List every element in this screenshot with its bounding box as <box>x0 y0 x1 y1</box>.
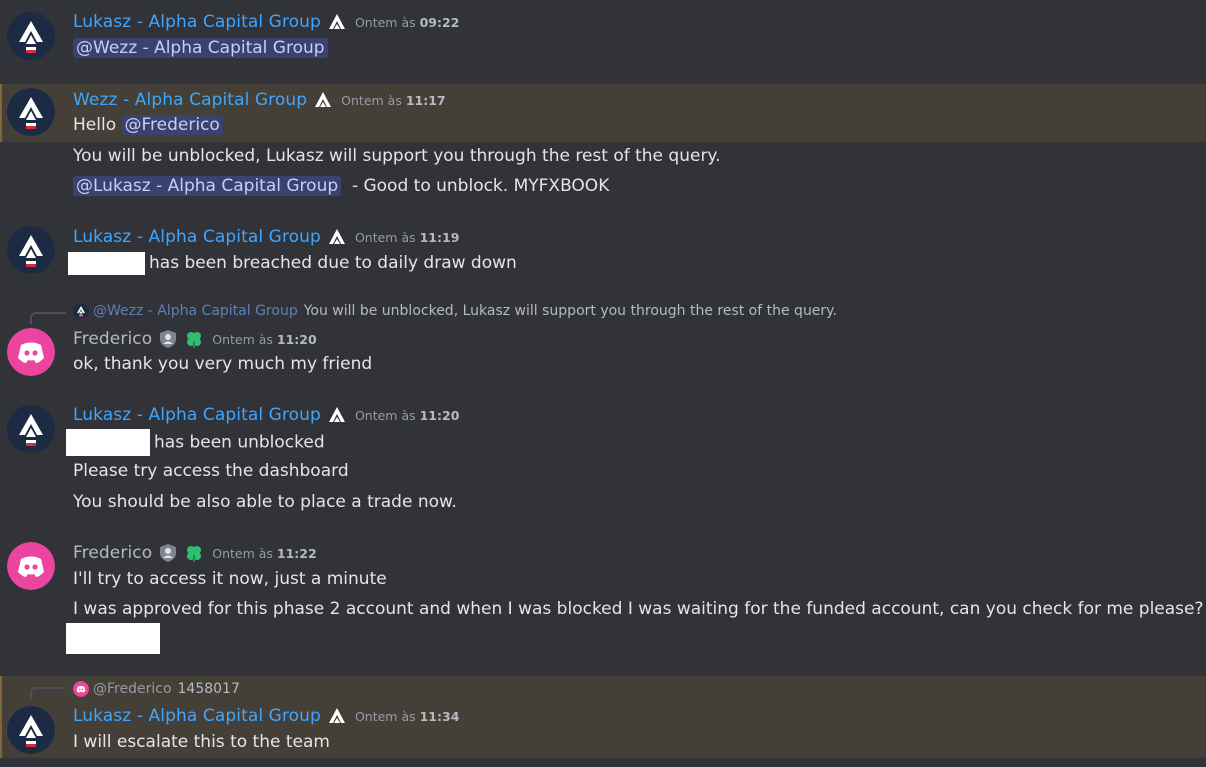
timestamp[interactable]: Ontem às 11:19 <box>355 230 459 245</box>
message-7: @Frederico 1458017 Lukasz - Alpha Capita… <box>0 676 1206 758</box>
message-5: Lukasz - Alpha Capital Group Ontem às 11… <box>0 400 1206 520</box>
reply-author[interactable]: @Wezz - Alpha Capital Group <box>93 301 298 321</box>
message-6: Frederico Ontem às 11:22 I'll try to acc… <box>0 538 1206 658</box>
message-line: has been breached due to daily draw down <box>68 251 517 275</box>
timestamp[interactable]: Ontem às 11:20 <box>355 408 459 423</box>
redacted-block <box>66 623 160 654</box>
avatar[interactable] <box>7 328 55 376</box>
reply-preview[interactable]: @Wezz - Alpha Capital Group You will be … <box>73 301 837 321</box>
avatar[interactable] <box>7 706 55 754</box>
message-line: I'll try to access it now, just a minute <box>73 569 387 589</box>
reply-preview[interactable]: @Frederico 1458017 <box>73 679 240 699</box>
reply-text: You will be unblocked, Lukasz will suppo… <box>303 303 837 319</box>
avatar[interactable] <box>7 405 55 453</box>
avatar[interactable] <box>7 226 55 274</box>
message-2-body: Wezz - Alpha Capital Group Ontem às 11:1… <box>0 84 1206 204</box>
message-line: Hello @Frederico <box>73 113 223 137</box>
message-line: I was approved for this phase 2 account … <box>73 599 1204 619</box>
redacted-block <box>66 429 150 456</box>
replied-avatar-icon <box>73 681 89 697</box>
username[interactable]: Lukasz - Alpha Capital Group <box>73 12 321 32</box>
message-line: ok, thank you very much my friend <box>73 354 373 374</box>
server-tag-icon <box>313 90 333 110</box>
user-mention[interactable]: @Wezz - Alpha Capital Group <box>73 38 328 58</box>
user-mention[interactable]: @Frederico <box>121 115 223 135</box>
message-1: Lukasz - Alpha Capital Group Ontem às 09… <box>0 0 1206 82</box>
clover-badge-icon <box>184 329 204 349</box>
message-line: @Wezz - Alpha Capital Group <box>73 36 328 60</box>
redacted-block <box>68 251 145 275</box>
server-tag-icon <box>327 227 347 247</box>
message-3: Lukasz - Alpha Capital Group Ontem às 11… <box>0 222 1206 284</box>
message-line: @Lukasz - Alpha Capital Group - Good to … <box>73 174 609 198</box>
username[interactable]: Lukasz - Alpha Capital Group <box>73 405 321 425</box>
message-line: I will escalate this to the team <box>73 732 330 752</box>
timestamp[interactable]: Ontem às 11:20 <box>212 332 316 347</box>
username[interactable]: Frederico <box>73 329 152 349</box>
username[interactable]: Frederico <box>73 543 152 563</box>
timestamp[interactable]: Ontem às 11:17 <box>341 93 445 108</box>
username[interactable]: Lukasz - Alpha Capital Group <box>73 706 321 726</box>
reply-connector <box>30 687 66 699</box>
reply-connector <box>30 312 66 324</box>
message-line: You will be unblocked, Lukasz will suppo… <box>73 146 721 166</box>
shield-badge-icon <box>158 543 178 563</box>
server-tag-icon <box>327 405 347 425</box>
avatar[interactable] <box>7 12 55 60</box>
shield-badge-icon <box>158 329 178 349</box>
reply-author[interactable]: @Frederico <box>93 679 172 699</box>
reply-text: 1458017 <box>177 681 240 697</box>
replied-avatar-icon <box>73 303 89 319</box>
clover-badge-icon <box>184 543 204 563</box>
user-mention[interactable]: @Lukasz - Alpha Capital Group <box>73 176 342 196</box>
timestamp[interactable]: Ontem às 11:34 <box>355 709 459 724</box>
server-tag-icon <box>327 12 347 32</box>
server-tag-icon <box>327 706 347 726</box>
username[interactable]: Lukasz - Alpha Capital Group <box>73 227 321 247</box>
avatar[interactable] <box>7 88 55 136</box>
timestamp[interactable]: Ontem às 11:22 <box>212 546 316 561</box>
message-4: @Wezz - Alpha Capital Group You will be … <box>0 298 1206 382</box>
timestamp[interactable]: Ontem às 09:22 <box>355 15 459 30</box>
message-line: Please try access the dashboard <box>73 461 349 481</box>
message-line: You should be also able to place a trade… <box>73 492 457 512</box>
avatar[interactable] <box>7 542 55 590</box>
message-line: has been unblocked <box>66 429 325 456</box>
username[interactable]: Wezz - Alpha Capital Group <box>73 90 307 110</box>
